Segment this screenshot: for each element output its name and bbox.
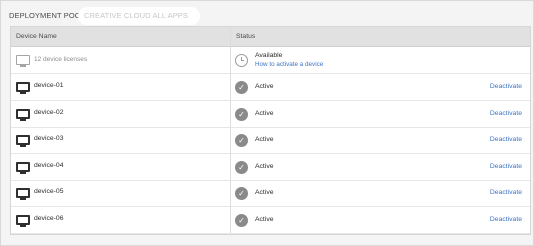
- monitor-icon: [16, 135, 30, 147]
- table-row: device-01 ✓ Active Deactivate: [11, 74, 530, 101]
- table-row: device-04 ✓ Active Deactivate: [11, 154, 530, 181]
- status-active: Active: [255, 215, 274, 223]
- checkmark-icon: ✓: [235, 107, 248, 121]
- status-active: Active: [255, 189, 274, 196]
- status-active: Active: [255, 83, 274, 90]
- monitor-icon: [16, 82, 30, 94]
- status-active: Active: [255, 109, 274, 117]
- status-active: Active: [255, 162, 274, 170]
- deactivate-link[interactable]: Deactivate: [490, 189, 522, 196]
- deactivate-link[interactable]: Deactivate: [490, 110, 522, 117]
- license-count: 12 device licenses: [34, 56, 88, 63]
- status-available: Available: [255, 52, 283, 59]
- table-row: device-03 ✓ Active Deactivate: [11, 127, 530, 154]
- device-name: device-01: [34, 82, 64, 89]
- deactivate-link[interactable]: Deactivate: [490, 163, 522, 170]
- how-to-activate-link[interactable]: How to activate a device: [255, 61, 323, 68]
- checkmark-icon: ✓: [235, 134, 248, 147]
- device-name: device-06: [34, 214, 64, 222]
- devices-table: Device Name Status 12 device licenses Av…: [10, 26, 531, 235]
- table-row: device-05 ✓ Active Deactivate: [11, 180, 530, 207]
- deployment-panel: DEPLOYMENT POOLS CREATIVE CLOUD ALL APPS…: [0, 0, 534, 246]
- deactivate-link[interactable]: Deactivate: [490, 83, 522, 90]
- table-header: Device Name Status: [11, 27, 530, 47]
- checkmark-icon: ✓: [235, 187, 248, 200]
- device-name: device-05: [34, 188, 64, 195]
- pool-row: 12 device licenses Available How to acti…: [11, 47, 530, 74]
- table-row: device-06 ✓ Active Deactivate: [11, 207, 530, 234]
- deactivate-link[interactable]: Deactivate: [490, 136, 522, 143]
- status-active: Active: [255, 136, 274, 143]
- checkmark-icon: ✓: [235, 213, 248, 227]
- column-header-status: Status: [236, 33, 256, 40]
- deactivate-link[interactable]: Deactivate: [490, 216, 522, 223]
- monitor-icon: [16, 161, 30, 174]
- monitor-icon: [16, 108, 30, 121]
- checkmark-icon: ✓: [235, 81, 248, 94]
- monitor-icon: [16, 55, 30, 67]
- tab-creative-cloud-all-apps[interactable]: CREATIVE CLOUD ALL APPS: [78, 7, 201, 25]
- device-name: device-03: [34, 135, 64, 142]
- table-row: device-02 ✓ Active Deactivate: [11, 101, 530, 128]
- column-header-device-name: Device Name: [16, 33, 57, 40]
- device-name: device-04: [34, 161, 64, 169]
- checkmark-icon: ✓: [235, 160, 248, 174]
- device-name: device-02: [34, 108, 64, 116]
- clock-icon: [235, 54, 248, 67]
- monitor-icon: [16, 188, 30, 200]
- monitor-icon: [16, 214, 30, 227]
